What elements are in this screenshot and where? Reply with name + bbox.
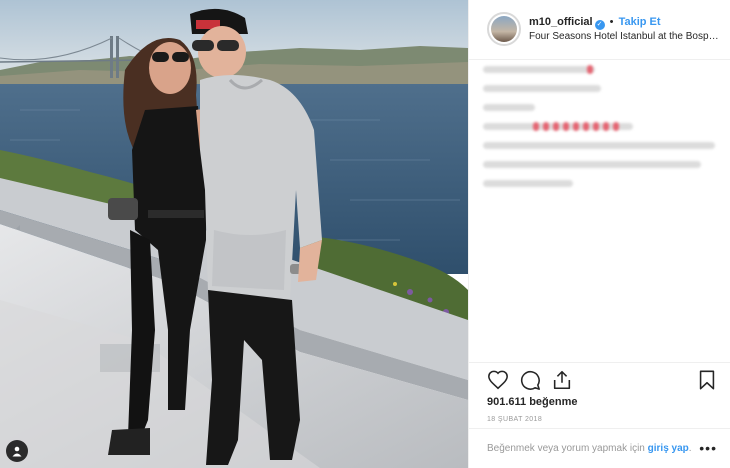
- heart-emoji: [553, 122, 559, 131]
- photo-scene: [0, 0, 468, 468]
- likes-count[interactable]: 901.611 beğenme: [487, 396, 578, 408]
- bookmark-glyph: [699, 370, 715, 390]
- location-link[interactable]: Four Seasons Hotel Istanbul at the Bosph…: [529, 31, 719, 42]
- heart-emoji: [563, 122, 569, 131]
- more-options-icon[interactable]: •••: [699, 441, 717, 455]
- dot-separator: •: [609, 16, 614, 28]
- bookmark-icon[interactable]: [696, 369, 718, 391]
- action-bar: [469, 362, 730, 396]
- comment-glyph: [520, 370, 540, 390]
- user-tag-icon[interactable]: [6, 440, 28, 462]
- heart-emoji: [603, 122, 609, 131]
- heart-emoji: [573, 122, 579, 131]
- verified-badge-icon: ✓: [594, 20, 605, 30]
- login-link[interactable]: giriş yap: [648, 443, 689, 454]
- login-prompt-text: Beğenmek veya yorum yapmak için: [487, 443, 645, 454]
- heart-emoji: [587, 65, 593, 74]
- heart-emoji: [533, 122, 539, 131]
- header-line: m10_official ✓ • Takip Et: [529, 16, 661, 30]
- blurred-comment-line: [483, 180, 573, 187]
- post-photo[interactable]: [0, 0, 468, 468]
- heart-emoji: [613, 122, 619, 131]
- share-glyph: [553, 370, 571, 390]
- heart-icon[interactable]: [487, 369, 509, 391]
- login-footer: Beğenmek veya yorum yapmak için giriş ya…: [469, 428, 730, 468]
- heart-emoji: [593, 122, 599, 131]
- heart-emoji: [543, 122, 549, 131]
- blurred-comment-line: [483, 85, 601, 92]
- username-link[interactable]: m10_official: [529, 16, 593, 28]
- blurred-comments: [483, 65, 723, 199]
- heart-glyph: [488, 370, 508, 390]
- avatar-image: [491, 16, 517, 42]
- comment-icon[interactable]: [519, 369, 541, 391]
- post-date[interactable]: 18 ŞUBAT 2018: [487, 416, 542, 423]
- post-header: m10_official ✓ • Takip Et Four Seasons Ho…: [469, 0, 730, 60]
- follow-button[interactable]: Takip Et: [619, 16, 661, 28]
- blurred-comment-line: [483, 142, 715, 149]
- blurred-comment-line: [483, 104, 535, 111]
- user-tag-glyph: [12, 446, 22, 457]
- login-prompt: Beğenmek veya yorum yapmak için giriş ya…: [487, 442, 702, 455]
- login-suffix: .: [688, 443, 692, 454]
- blurred-comment-line: [483, 161, 701, 168]
- blurred-comment-line: [483, 65, 595, 74]
- post-side-panel: m10_official ✓ • Takip Et Four Seasons Ho…: [468, 0, 730, 468]
- avatar[interactable]: [487, 12, 521, 46]
- heart-emoji: [583, 122, 589, 131]
- blurred-comment-line: [483, 122, 633, 131]
- share-icon[interactable]: [551, 369, 573, 391]
